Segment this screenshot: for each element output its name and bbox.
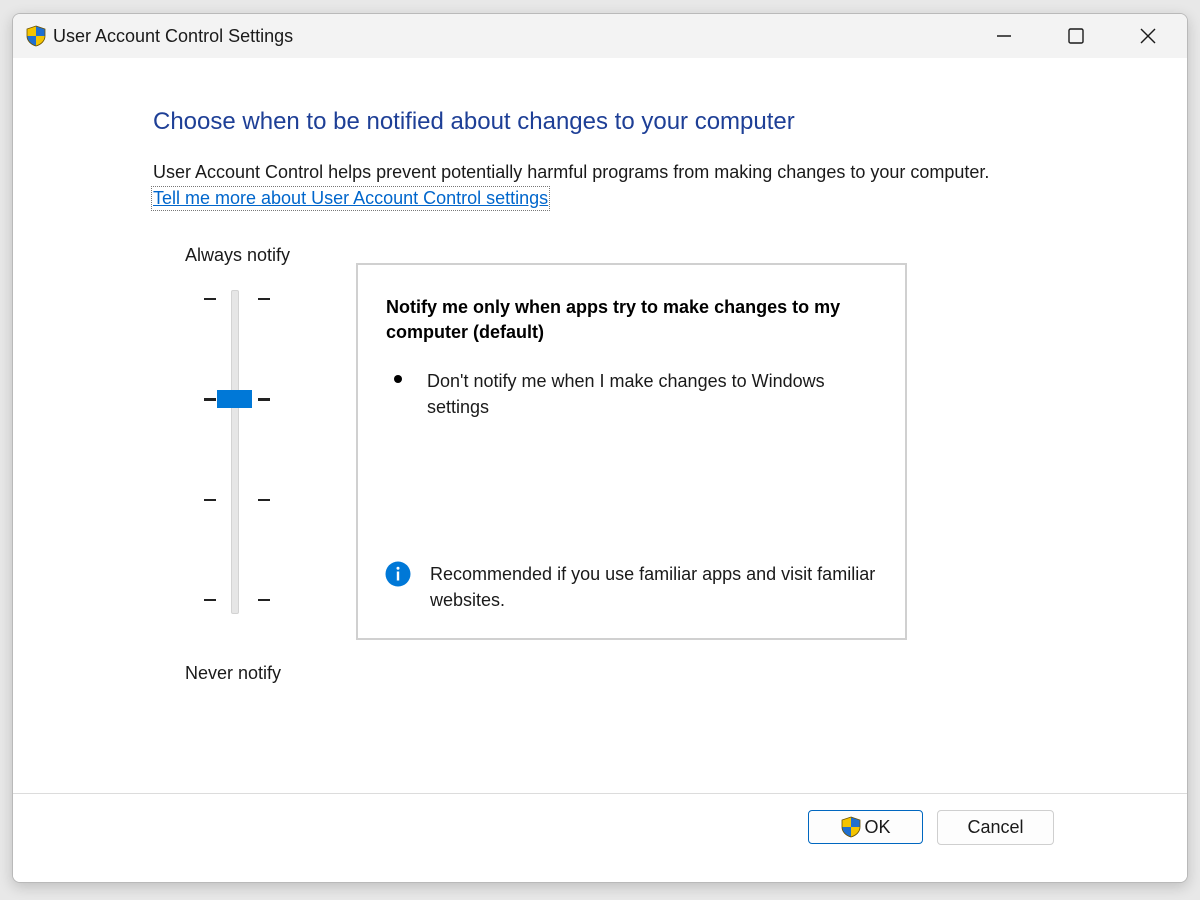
close-button[interactable] — [1113, 14, 1183, 58]
maximize-button[interactable] — [1041, 14, 1111, 58]
cancel-button[interactable]: Cancel — [937, 810, 1054, 845]
cancel-button-label: Cancel — [967, 817, 1024, 837]
maximize-icon — [1068, 28, 1084, 44]
slider-tick — [258, 499, 270, 501]
main-content: Choose when to be notified about changes… — [13, 58, 1187, 792]
title-bar: User Account Control Settings — [13, 14, 1187, 58]
description-text: User Account Control helps prevent poten… — [153, 162, 990, 182]
level-bullet-text: Don't notify me when I make changes to W… — [427, 371, 825, 417]
slider-tick — [258, 398, 270, 401]
recommendation-text: Recommended if you use familiar apps and… — [430, 564, 876, 610]
minimize-icon — [997, 35, 1011, 37]
minimize-button[interactable] — [969, 14, 1039, 58]
window-title: User Account Control Settings — [53, 26, 294, 46]
uac-shield-icon — [842, 816, 861, 838]
slider-bottom-label: Never notify — [185, 663, 282, 683]
bullet-icon — [394, 375, 402, 383]
level-description-panel: Notify me only when apps try to make cha… — [356, 263, 907, 640]
slider-top-label: Always notify — [185, 245, 291, 265]
learn-more-link[interactable]: Tell me more about User Account Control … — [150, 186, 551, 211]
slider-tick — [204, 599, 216, 601]
ok-button[interactable]: OK — [808, 810, 923, 844]
ok-button-label: OK — [864, 816, 891, 837]
close-icon — [1140, 28, 1156, 44]
dialog-footer: OK Cancel — [13, 793, 1187, 882]
slider-tick — [258, 298, 270, 300]
slider-track[interactable] — [231, 290, 239, 614]
slider-tick — [204, 298, 216, 300]
level-title: Notify me only when apps try to make cha… — [386, 297, 841, 342]
slider-thumb[interactable] — [217, 390, 252, 408]
page-heading: Choose when to be notified about changes… — [153, 108, 795, 135]
slider-tick — [204, 398, 216, 401]
slider-tick — [204, 499, 216, 501]
uac-settings-window: User Account Control Settings Choose whe… — [12, 13, 1188, 883]
info-icon — [385, 561, 411, 587]
slider-tick — [258, 599, 270, 601]
uac-shield-icon — [26, 25, 46, 47]
